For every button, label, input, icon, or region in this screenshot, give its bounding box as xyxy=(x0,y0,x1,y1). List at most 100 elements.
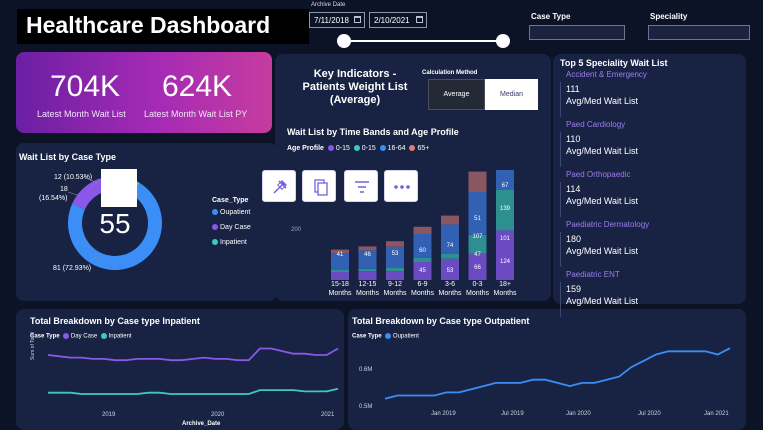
top5-item: Paediatric ENT 159 Avg/Med Wait List xyxy=(566,270,638,306)
speciality-name: Paed Orthopaedic xyxy=(566,170,631,179)
bar-value-label: 45 xyxy=(419,268,426,274)
speciality-label: Speciality xyxy=(650,12,688,21)
top5-item: Paed Cardiology 110 Avg/Med Wait List xyxy=(566,120,638,156)
kpi-wait-list-py-label: Latest Month Wait List PY xyxy=(144,109,248,119)
bar-value-label: 67 xyxy=(502,183,509,189)
outpatient-x-tick-jan2019: Jan 2019 xyxy=(431,411,456,417)
speciality-sub-label: Avg/Med Wait List xyxy=(566,246,639,256)
median-button[interactable]: Median xyxy=(485,79,538,110)
case-legend-title: Case_Type xyxy=(212,197,249,204)
legend-dot xyxy=(409,145,416,152)
outpatient-y-tick-05: 0.5M xyxy=(359,404,373,410)
x-category-line2: Months xyxy=(493,290,517,297)
inpatient-x-label: Archive_Date xyxy=(182,421,221,427)
top5-divider xyxy=(560,182,561,217)
case-type-dropdown[interactable] xyxy=(529,25,625,40)
age-legend-0: 0-15 xyxy=(335,145,350,152)
outpatient-y-tick-06: 0.6M xyxy=(359,367,373,373)
bar-segment xyxy=(386,241,404,247)
legend-dot xyxy=(62,333,69,339)
date-slider-start-handle[interactable] xyxy=(337,34,351,48)
donut-overlay-tile xyxy=(101,169,137,207)
bar-value-label: 66 xyxy=(474,265,481,271)
speciality-value: 159 xyxy=(566,284,582,294)
speciality-name: Paediatric Dermatology xyxy=(566,220,650,229)
speciality-name: Paediatric ENT xyxy=(566,270,620,279)
speciality-dropdown[interactable] xyxy=(648,25,750,40)
x-category-label: 0-3 Months xyxy=(463,280,493,298)
x-category-line2: Months xyxy=(356,290,379,297)
top5-title: Top 5 Speciality Wait List xyxy=(560,58,668,68)
legend-dot xyxy=(379,145,386,152)
speciality-value: 111 xyxy=(566,84,580,94)
age-legend-2: 16-64 xyxy=(387,145,406,152)
kpi-wait-list-label: Latest Month Wait List xyxy=(37,109,126,119)
bar-value-label: 74 xyxy=(447,243,454,249)
x-category-line1: 18+ xyxy=(499,281,511,288)
line-series xyxy=(385,347,731,400)
x-category-line1: 9-12 xyxy=(387,281,402,288)
speciality-sub-label: Avg/Med Wait List xyxy=(566,196,639,206)
bar-segment xyxy=(358,246,377,251)
bar-segment xyxy=(468,171,487,192)
legend-outpatient-label: Oupatient xyxy=(220,209,251,216)
outpatient-legend-label: Oupatient xyxy=(392,333,419,340)
outpatient-title: Total Breakdown by Case type Outpatient xyxy=(352,316,530,326)
donut-center-value: 55 xyxy=(99,208,130,239)
y-tick-200: 200 xyxy=(291,227,302,233)
bar-value-label: 139 xyxy=(500,206,511,212)
inpatient-x-tick-2019: 2019 xyxy=(102,412,116,418)
bar-segment xyxy=(413,226,432,234)
age-legend-3: 65+ xyxy=(417,145,430,152)
legend-dot xyxy=(212,239,218,246)
bar-segment xyxy=(331,272,349,280)
legend-outpatient: Oupatient xyxy=(212,209,250,216)
age-legend-1: 0-15 xyxy=(361,145,376,152)
inpatient-line-chart xyxy=(48,347,339,395)
more-options-button[interactable] xyxy=(384,170,418,202)
date-slider-track[interactable] xyxy=(344,40,504,42)
x-category-line1: 0-3 xyxy=(472,281,483,288)
outpatient-legend-title: Case Type xyxy=(352,333,382,340)
bar-segment xyxy=(468,192,487,235)
line-series xyxy=(48,347,339,362)
inpatient-x-tick-2020: 2020 xyxy=(211,412,225,418)
key-indicators-title-line2: Patients Weight List xyxy=(302,81,408,93)
average-button[interactable]: Average xyxy=(428,79,485,110)
legend-daycase-label: Day Case xyxy=(220,224,251,231)
pin-button[interactable] xyxy=(262,170,296,202)
outpatient-x-tick-jul2019: Jul 2019 xyxy=(501,411,524,417)
x-category-label: 3-6 Months xyxy=(435,280,465,298)
top5-divider xyxy=(560,82,561,117)
date-slider-end-handle[interactable] xyxy=(496,34,510,48)
bar-value-label: 41 xyxy=(337,252,344,258)
inpatient-y-label-text: Sum of Total xyxy=(30,332,36,360)
key-indicators-title-line3: (Average) xyxy=(329,94,381,106)
kpi-wait-list-value: 704K xyxy=(50,70,121,103)
outpatient-x-tick-jan2020: Jan 2020 xyxy=(566,411,591,417)
speciality-value: 110 xyxy=(566,134,581,144)
bar-segment xyxy=(413,234,432,258)
filter-button[interactable] xyxy=(344,170,378,202)
legend-dot xyxy=(327,145,334,152)
bar-value-label: 53 xyxy=(392,251,399,257)
speciality-sub-label: Avg/Med Wait List xyxy=(566,296,639,306)
x-category-line2: Months xyxy=(411,290,434,297)
legend-inpatient: Inpatient xyxy=(212,239,247,246)
date-from-field[interactable]: 7/11/2018 xyxy=(309,12,365,28)
bar-segment xyxy=(358,271,377,280)
x-category-label: 6-9 Months xyxy=(408,280,438,298)
calendar-icon[interactable] xyxy=(416,16,423,23)
date-to-value: 2/10/2021 xyxy=(374,16,410,25)
date-to-field[interactable]: 2/10/2021 xyxy=(369,12,427,28)
copy-button[interactable] xyxy=(302,170,336,202)
pin-icon xyxy=(273,180,287,194)
more-icon xyxy=(394,185,410,189)
bar-segment xyxy=(386,268,404,272)
key-indicators-title-line1: Key Indicators - xyxy=(313,68,397,80)
speciality-name: Accident & Emergency xyxy=(566,70,647,79)
age-profile-legend: Age Profile 0-15 0-15 16-64 65+ xyxy=(287,145,429,152)
bar-value-label: 47 xyxy=(474,252,481,258)
wait-list-case-title: Wait List by Case Type xyxy=(19,152,117,162)
calendar-icon[interactable] xyxy=(354,16,361,23)
